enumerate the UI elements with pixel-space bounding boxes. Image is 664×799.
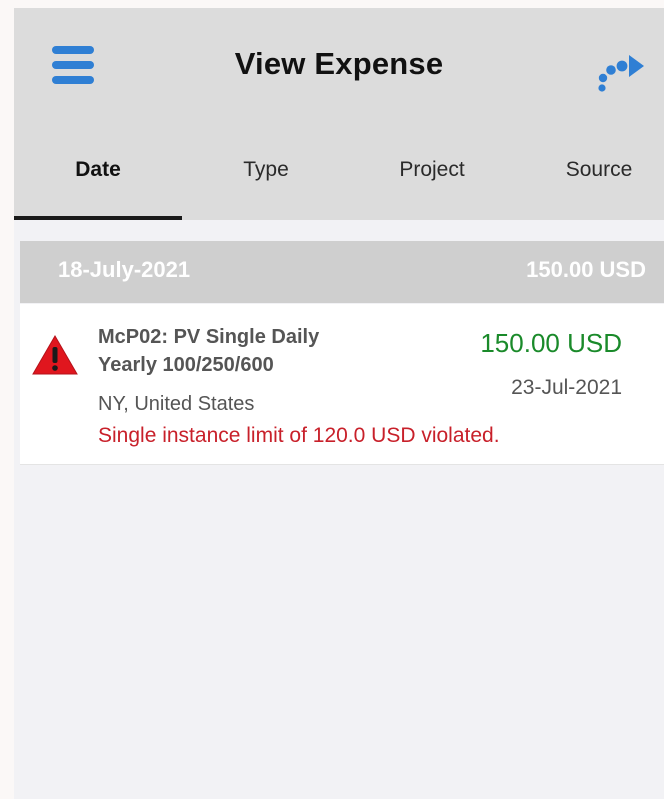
warning-triangle-icon <box>32 335 78 375</box>
tab-bar: Date Type Project Source <box>14 148 664 220</box>
tab-type[interactable]: Type <box>182 148 350 220</box>
expense-title: McP02: PV Single Daily Yearly 100/250/60… <box>98 323 398 379</box>
expense-title-line1: McP02: PV Single Daily <box>98 326 320 348</box>
tab-date[interactable]: Date <box>14 148 182 220</box>
tab-source[interactable]: Source <box>514 148 664 220</box>
logout-button[interactable] <box>594 48 644 94</box>
expense-location: NY, United States <box>98 393 255 415</box>
expense-title-line2: Yearly 100/250/600 <box>98 354 274 376</box>
group-total: 150.00 USD <box>526 257 646 282</box>
expense-amount: 150.00 USD <box>480 328 622 358</box>
active-tab-indicator <box>14 216 182 220</box>
group-date: 18-July-2021 <box>58 257 191 282</box>
expense-date: 23-Jul-2021 <box>511 376 622 399</box>
app-screen: View Expense Date Type Project Source 18… <box>14 8 664 799</box>
tab-project[interactable]: Project <box>350 148 514 220</box>
app-header: View Expense Date Type Project Source <box>14 8 664 220</box>
expense-list-item[interactable]: McP02: PV Single Daily Yearly 100/250/60… <box>20 304 664 465</box>
logout-arrow-icon <box>598 55 644 92</box>
policy-violation-message: Single instance limit of 120.0 USD viola… <box>98 424 500 447</box>
page-title: View Expense <box>234 46 444 81</box>
date-group-header: 18-July-2021 150.00 USD <box>20 241 664 303</box>
